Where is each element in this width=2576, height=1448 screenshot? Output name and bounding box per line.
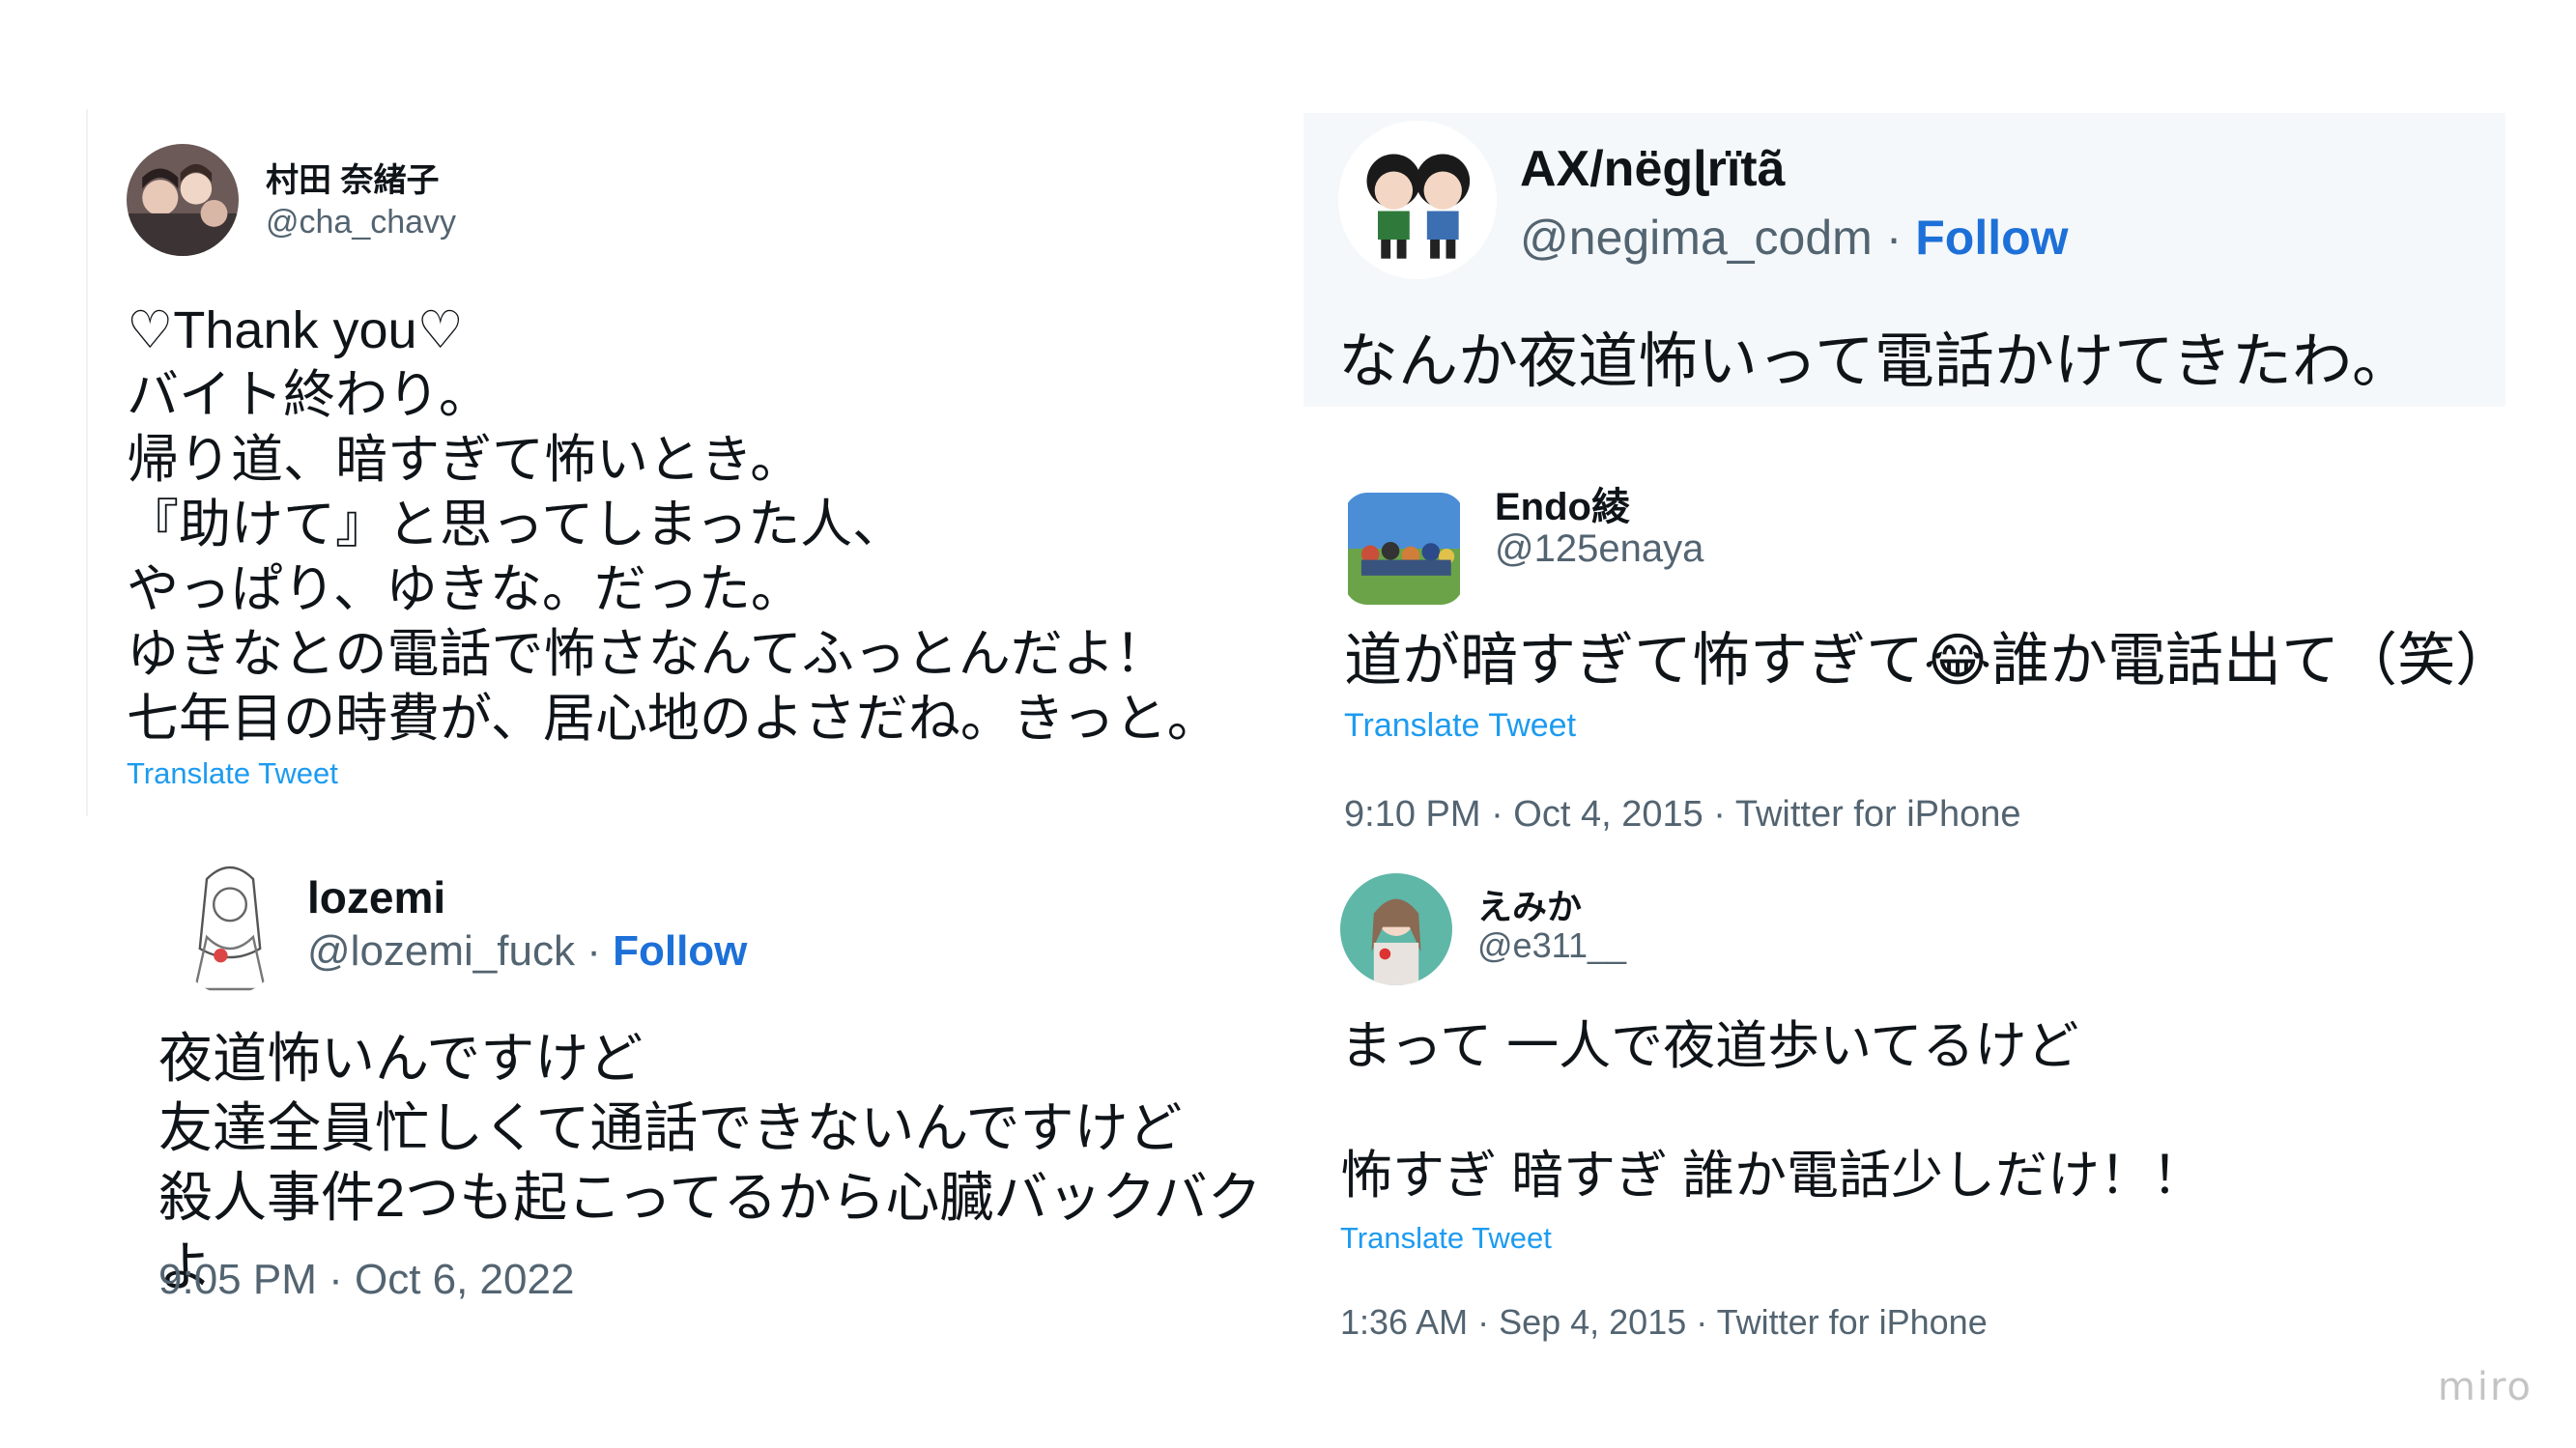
tweet-card-negima-codm: AX/nëgɭrïtã @negima_codm · Follow なんか夜道怖… xyxy=(1303,113,2505,407)
translate-tweet-link[interactable]: Translate Tweet xyxy=(1340,1221,1552,1256)
separator-dot: · xyxy=(574,927,614,975)
translate-tweet-link[interactable]: Translate Tweet xyxy=(1344,707,1576,745)
separator-dot: · xyxy=(1872,211,1916,265)
avatar[interactable] xyxy=(1344,493,1464,605)
tweet-line: まって 一人で夜道歩いてるけど xyxy=(1340,1017,2079,1075)
tweet-timestamp[interactable]: 1:36 AM · Sep 4, 2015 · Twitter for iPho… xyxy=(1340,1302,1988,1343)
follow-button[interactable]: Follow xyxy=(613,927,747,975)
display-name[interactable]: えみか xyxy=(1477,879,1582,929)
user-handle[interactable]: @125enaya xyxy=(1495,527,1703,571)
user-handle-row: @lozemi_fuck · Follow xyxy=(307,927,747,976)
user-handle[interactable]: @lozemi_fuck xyxy=(307,927,575,975)
tweet-line: ゆきなとの電話で怖さなんてふっとんだよ！ xyxy=(127,625,1167,683)
tweet-line: やっぱり、ゆきな。だった。 xyxy=(127,560,803,618)
tweet-card-125enaya: Endo綾 @125enaya 道が暗すぎて怖すぎて😂誰か電話出て（笑） Tra… xyxy=(1303,454,2513,840)
display-name[interactable]: Endo綾 xyxy=(1495,475,1630,531)
avatar[interactable] xyxy=(127,144,239,256)
user-handle[interactable]: @e311__ xyxy=(1477,925,1626,966)
translate-tweet-link[interactable]: Translate Tweet xyxy=(127,756,338,791)
display-name[interactable]: AX/nëgɭrïtã xyxy=(1520,140,1786,198)
display-name[interactable]: 村田 奈緒子 xyxy=(266,154,439,201)
avatar[interactable] xyxy=(1340,873,1452,985)
tweet-card-cha-chavy: 村田 奈緒子 @cha_chavy ♡Thank you♡ バイト終わり。 帰り… xyxy=(86,109,1286,816)
tweet-timestamp[interactable]: 9:10 PM · Oct 4, 2015 · Twitter for iPho… xyxy=(1344,794,2021,836)
tweet-body: 道が暗すぎて怖すぎて😂誰か電話出て（笑） xyxy=(1344,628,2514,693)
tweet-timestamp[interactable]: 9:05 PM · Oct 6, 2022 xyxy=(158,1256,574,1304)
tweet-line xyxy=(1340,1079,2204,1144)
user-handle[interactable]: @cha_chavy xyxy=(266,204,456,241)
tweet-line: 帰り道、暗すぎて怖いとき。 xyxy=(127,431,803,489)
user-handle-row: @negima_codm · Follow xyxy=(1520,210,2069,266)
miro-watermark: miro xyxy=(2437,1365,2533,1409)
tweet-line: 夜道怖いんですけど xyxy=(158,1028,644,1089)
user-handle[interactable]: @negima_codm xyxy=(1520,211,1873,265)
avatar[interactable] xyxy=(172,856,288,995)
tweet-body: まって 一人で夜道歩いてるけど 怖すぎ 暗すぎ 誰か電話少しだけ！！ xyxy=(1340,1014,2204,1208)
avatar[interactable] xyxy=(1338,121,1497,279)
tweet-card-lozemi: lozemi @lozemi_fuck · Follow 夜道怖いんですけど 友… xyxy=(126,840,1304,1323)
tweet-line: 怖すぎ 暗すぎ 誰か電話少しだけ！！ xyxy=(1340,1147,2205,1205)
tweet-body: なんか夜道怖いって電話かけてきたわ。 xyxy=(1338,328,2413,395)
tweet-line: 『助けて』と思ってしまった人、 xyxy=(127,496,905,554)
follow-button[interactable]: Follow xyxy=(1915,211,2068,265)
display-name[interactable]: lozemi xyxy=(307,871,445,923)
tweet-card-e311: えみか @e311__ まって 一人で夜道歩いてるけど 怖すぎ 暗すぎ 誰か電話… xyxy=(1303,860,2505,1362)
tweet-line: ♡Thank you♡ xyxy=(127,301,464,359)
tweet-line: 七年目の時費が、居心地のよさだね。きっと。 xyxy=(127,690,1219,748)
tweet-line: 友達全員忙しくて通話できないんですけど xyxy=(158,1097,1183,1158)
tweet-line: バイト終わり。 xyxy=(127,366,491,424)
tweet-body: ♡Thank you♡ バイト終わり。 帰り道、暗すぎて怖いとき。 『助けて』と… xyxy=(127,298,1219,752)
